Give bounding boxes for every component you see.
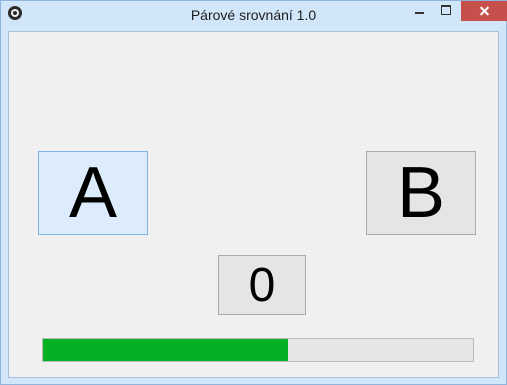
progress-bar [42,338,474,362]
progress-bar-fill [43,339,289,361]
title-bar[interactable]: Párové srovnání 1.0 [1,1,507,31]
client-area: A B 0 [8,31,499,378]
option-a-button[interactable]: A [38,151,148,235]
app-window: Párové srovnání 1.0 A B 0 [0,0,507,385]
minimize-button[interactable] [406,1,432,21]
counter-display[interactable]: 0 [218,255,306,315]
close-button[interactable] [461,1,507,21]
minimize-icon [415,12,424,14]
maximize-icon [441,5,451,15]
option-b-button[interactable]: B [366,151,476,235]
maximize-button[interactable] [432,1,459,21]
